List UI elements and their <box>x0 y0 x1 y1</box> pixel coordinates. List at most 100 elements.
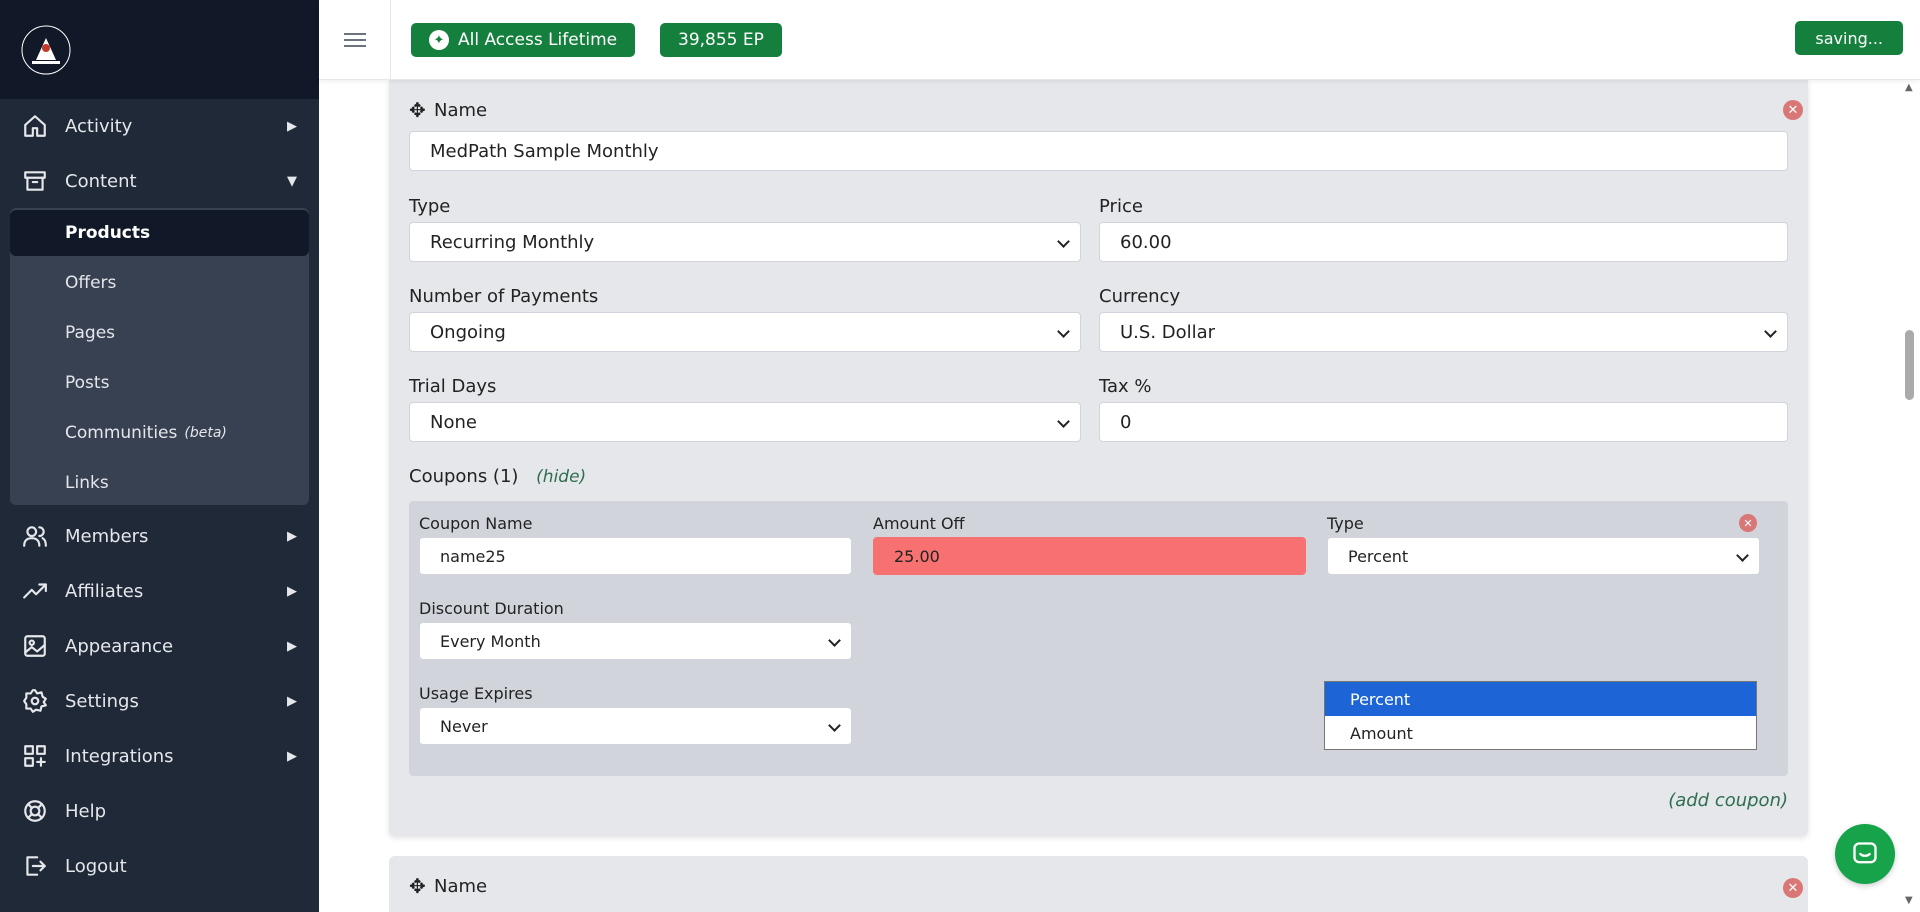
chevron-right-icon: ▶ <box>287 583 297 599</box>
usage-expires-select[interactable]: Never <box>419 707 852 745</box>
main-content: ✥ Name ✕ MedPath Sample Monthly Type Rec… <box>319 80 1900 912</box>
close-icon[interactable]: ✕ <box>1783 100 1803 120</box>
sidebar-item-label: Settings <box>65 690 139 712</box>
coupon-name-input[interactable]: name25 <box>419 537 852 575</box>
sidebar-item-label: Content <box>65 170 137 192</box>
discount-duration-label: Discount Duration <box>419 599 564 618</box>
price-label: Price <box>1099 196 1143 217</box>
chevron-right-icon: ▶ <box>287 528 297 544</box>
sidebar-item-content[interactable]: Content ▼ <box>0 156 319 206</box>
tax-input[interactable]: 0 <box>1099 402 1788 442</box>
users-icon <box>22 523 48 549</box>
access-badge[interactable]: ✦ All Access Lifetime <box>411 23 636 57</box>
move-icon[interactable]: ✥ <box>409 874 426 898</box>
ep-badge[interactable]: 39,855 EP <box>660 23 782 57</box>
type-select[interactable]: Recurring Monthly <box>409 222 1081 262</box>
trending-icon <box>22 578 48 604</box>
option-percent[interactable]: Percent <box>1325 682 1756 716</box>
sidebar-subitem-offers[interactable]: Offers <box>10 260 309 306</box>
gear-icon <box>22 688 48 714</box>
trial-label: Trial Days <box>409 376 497 397</box>
payments-select[interactable]: Ongoing <box>409 312 1081 352</box>
product-card: ✥ Name ✕ MedPath Sample Monthly Type Rec… <box>389 80 1808 836</box>
sidebar-subitem-links[interactable]: Links <box>10 460 309 506</box>
chat-button[interactable] <box>1835 824 1895 884</box>
sidebar-subitem-label: Communities <box>65 423 178 443</box>
sidebar-subitem-products[interactable]: Products <box>10 210 309 256</box>
sidebar-item-members[interactable]: Members ▶ <box>0 511 319 561</box>
price-input[interactable]: 60.00 <box>1099 222 1788 262</box>
trial-select[interactable]: None <box>409 402 1081 442</box>
currency-label: Currency <box>1099 286 1181 307</box>
archive-icon <box>22 168 48 194</box>
tax-label: Tax % <box>1099 376 1152 397</box>
coupon-type-label: Type <box>1327 514 1364 533</box>
option-amount[interactable]: Amount <box>1325 716 1756 750</box>
close-icon[interactable]: ✕ <box>1783 878 1803 898</box>
logo-area <box>0 0 319 99</box>
usage-expires-label: Usage Expires <box>419 684 533 703</box>
currency-select[interactable]: U.S. Dollar <box>1099 312 1788 352</box>
coupons-header: Coupons (1) (hide) <box>409 466 586 487</box>
saving-button[interactable]: saving... <box>1795 21 1903 55</box>
sidebar-item-appearance[interactable]: Appearance ▶ <box>0 621 319 671</box>
sidebar-item-activity[interactable]: Activity ▶ <box>0 101 319 151</box>
chevron-right-icon: ▶ <box>287 693 297 709</box>
content-submenu: Products Offers Pages Posts Communities … <box>10 208 309 505</box>
scroll-down-icon[interactable]: ▼ <box>1905 895 1913 906</box>
grid-plus-icon <box>22 743 48 769</box>
image-icon <box>22 633 48 659</box>
coupon-name-label: Coupon Name <box>419 514 533 533</box>
sidebar-item-help[interactable]: Help <box>0 786 319 836</box>
sidebar-item-label: Integrations <box>65 745 174 767</box>
move-icon[interactable]: ✥ <box>409 98 426 122</box>
name-input[interactable]: MedPath Sample Monthly <box>409 131 1788 171</box>
type-label: Type <box>409 196 451 217</box>
sidebar-item-affiliates[interactable]: Affiliates ▶ <box>0 566 319 616</box>
coupon-box: Coupon Name name25 Amount Off 25.00 Type… <box>409 501 1788 776</box>
sidebar-subitem-communities[interactable]: Communities (beta) <box>10 410 309 456</box>
scroll-up-icon[interactable]: ▲ <box>1905 82 1913 93</box>
add-coupon-link[interactable]: (add coupon) <box>1668 790 1788 811</box>
home-icon <box>22 113 48 139</box>
coupon-type-dropdown: Percent Amount <box>1324 681 1757 750</box>
sidebar-subitem-posts[interactable]: Posts <box>10 360 309 406</box>
product-card-2: ✥ Name ✕ <box>389 856 1808 912</box>
amount-off-label: Amount Off <box>873 514 965 533</box>
payments-label: Number of Payments <box>409 286 599 307</box>
sidebar-item-settings[interactable]: Settings ▶ <box>0 676 319 726</box>
content-column: ✥ Name ✕ MedPath Sample Monthly Type Rec… <box>349 80 1899 912</box>
lifebuoy-icon <box>22 798 48 824</box>
brand-logo[interactable] <box>20 24 72 76</box>
sidebar-item-label: Affiliates <box>65 580 144 602</box>
sidebar-item-label: Help <box>65 800 107 822</box>
access-badge-label: All Access Lifetime <box>458 30 618 50</box>
accessibility-icon: ✦ <box>429 30 449 50</box>
sidebar-item-label: Members <box>65 525 149 547</box>
name-label: Name <box>434 100 488 121</box>
coupons-label: Coupons (1) <box>409 466 519 487</box>
chevron-down-icon: ▼ <box>287 173 297 189</box>
top-bar: ✦ All Access Lifetime 39,855 EP saving..… <box>319 0 1920 80</box>
sidebar-item-logout[interactable]: Logout <box>0 841 319 891</box>
sidebar: Activity ▶ Content ▼ Products Offers Pag… <box>0 0 319 912</box>
scrollbar[interactable]: ▲ ▼ <box>1900 80 1920 912</box>
chevron-right-icon: ▶ <box>287 638 297 654</box>
menu-toggle-icon[interactable] <box>319 0 391 80</box>
sidebar-item-label: Appearance <box>65 635 174 657</box>
amount-off-input[interactable]: 25.00 <box>873 537 1306 575</box>
sidebar-subitem-pages[interactable]: Pages <box>10 310 309 356</box>
discount-duration-select[interactable]: Every Month <box>419 622 852 660</box>
chevron-right-icon: ▶ <box>287 118 297 134</box>
sidebar-item-label: Activity <box>65 115 133 137</box>
sidebar-item-integrations[interactable]: Integrations ▶ <box>0 731 319 781</box>
chat-icon <box>1853 842 1877 864</box>
coupon-type-select[interactable]: Percent <box>1327 537 1760 575</box>
logout-icon <box>22 853 48 879</box>
scrollbar-thumb[interactable] <box>1905 330 1914 400</box>
beta-badge: (beta) <box>184 425 227 441</box>
name-label: Name <box>434 876 488 897</box>
hide-coupons-link[interactable]: (hide) <box>536 467 586 487</box>
remove-coupon-icon[interactable]: ✕ <box>1739 514 1757 532</box>
chevron-right-icon: ▶ <box>287 748 297 764</box>
